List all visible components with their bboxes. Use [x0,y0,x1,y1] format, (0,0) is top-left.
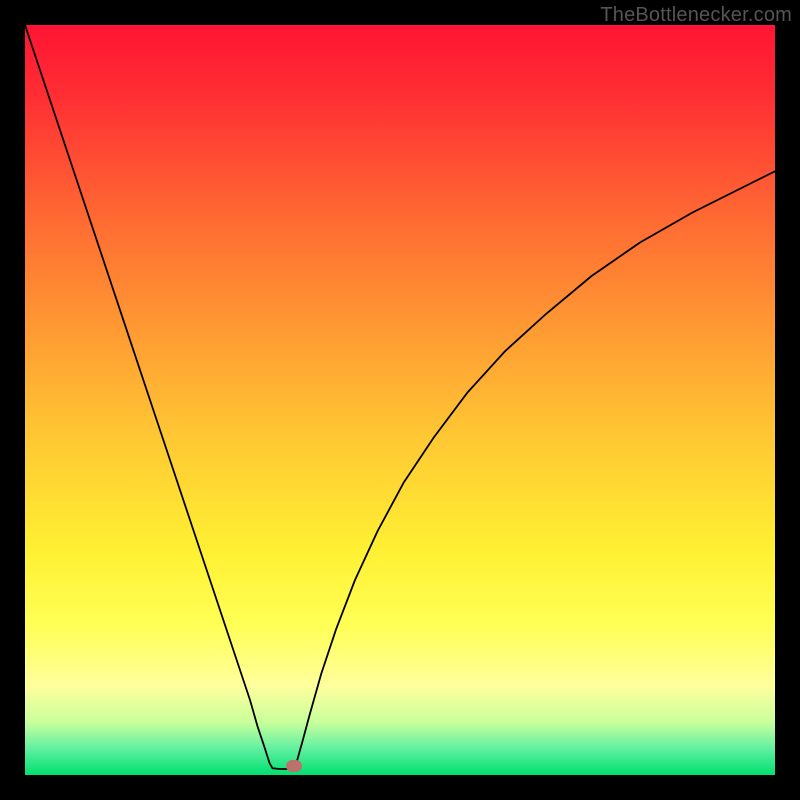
bottleneck-curve [25,25,775,775]
optimal-marker [286,760,302,772]
watermark-text: TheBottlenecker.com [600,4,792,27]
chart-frame: TheBottlenecker.com [0,0,800,800]
curve-path [25,25,775,769]
plot-area [25,25,775,775]
